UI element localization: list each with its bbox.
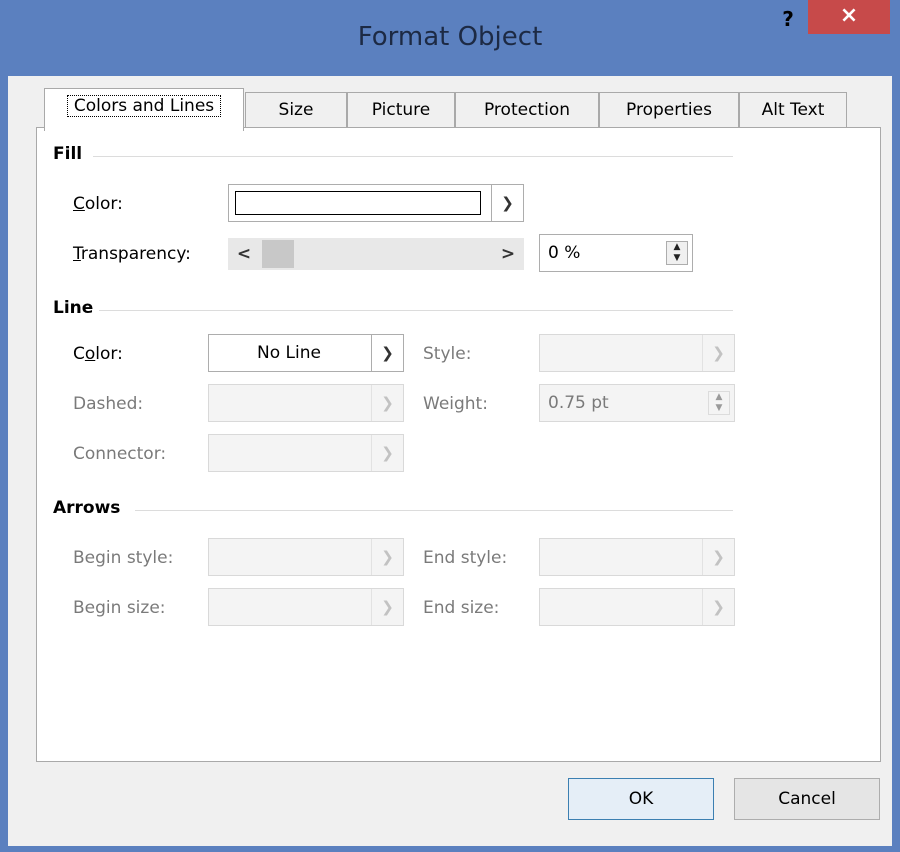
close-icon: × [839, 3, 859, 28]
tab-size[interactable]: Size [245, 92, 347, 128]
connector-label: Connector: [73, 444, 167, 464]
dashed-label: Dashed: [73, 394, 144, 414]
arrows-section-label: Arrows [53, 498, 121, 518]
line-style-dropdown[interactable]: ❯ [539, 334, 735, 372]
ok-button[interactable]: OK [568, 778, 714, 820]
scroll-right-icon[interactable]: > [492, 238, 524, 270]
connector-dropdown[interactable]: ❯ [208, 434, 404, 472]
tab-colors-and-lines[interactable]: Colors and Lines [44, 88, 244, 131]
scroll-left-icon[interactable]: < [228, 238, 260, 270]
transparency-slider[interactable]: < > [228, 238, 524, 270]
help-button[interactable]: ? [770, 4, 806, 34]
chevron-down-icon[interactable]: ❯ [491, 185, 523, 221]
chevron-down-icon[interactable]: ❯ [702, 539, 734, 575]
transparency-label: Transparency: [73, 244, 191, 264]
tab-properties[interactable]: Properties [599, 92, 739, 128]
spin-up-down-icon[interactable]: ▲ ▼ [666, 241, 688, 265]
dashed-dropdown[interactable]: ❯ [208, 384, 404, 422]
tab-label: Properties [626, 100, 712, 120]
arrows-divider [135, 510, 733, 511]
tab-panel-colors-and-lines: Fill Color: ❯ Transparency: < > 0 % ▲ ▼ L… [36, 127, 881, 762]
begin-size-dropdown[interactable]: ❯ [208, 588, 404, 626]
tab-protection[interactable]: Protection [455, 92, 599, 128]
fill-color-swatch [235, 191, 481, 215]
cancel-button[interactable]: Cancel [734, 778, 880, 820]
begin-style-dropdown[interactable]: ❯ [208, 538, 404, 576]
fill-color-label: Color: [73, 194, 123, 214]
dialog-client-area: Colors and Lines Size Picture Protection… [8, 76, 892, 846]
dialog-title: Format Object [357, 22, 543, 52]
line-color-dropdown[interactable]: No Line ❯ [208, 334, 404, 372]
end-size-label: End size: [423, 598, 500, 618]
end-size-dropdown[interactable]: ❯ [539, 588, 735, 626]
access-key: C [73, 194, 85, 214]
dashed-value [209, 385, 369, 421]
tab-label: Colors and Lines [66, 95, 222, 117]
fill-section-label: Fill [53, 144, 83, 164]
end-style-label: End style: [423, 548, 508, 568]
line-divider [99, 310, 733, 311]
line-style-label: Style: [423, 344, 472, 364]
format-object-dialog: Format Object ? × Colors and Lines Size … [0, 0, 900, 852]
slider-thumb[interactable] [262, 240, 294, 268]
chevron-down-icon[interactable]: ❯ [371, 539, 403, 575]
line-section-label: Line [53, 298, 94, 318]
spin-up-down-icon[interactable]: ▲ ▼ [708, 391, 730, 415]
tab-alt-text[interactable]: Alt Text [739, 92, 847, 128]
end-style-dropdown[interactable]: ❯ [539, 538, 735, 576]
title-bar[interactable]: Format Object ? × [0, 0, 900, 80]
transparency-spinner[interactable]: 0 % ▲ ▼ [539, 234, 693, 272]
connector-value [209, 435, 369, 471]
begin-style-label: Begin style: [73, 548, 174, 568]
line-color-label: Color: [73, 344, 123, 364]
access-key: o [84, 344, 96, 364]
chevron-down-icon[interactable]: ❯ [371, 385, 403, 421]
tab-label: Size [278, 100, 314, 120]
chevron-down-icon[interactable]: ❯ [371, 435, 403, 471]
line-style-value [540, 335, 700, 371]
tab-label: Alt Text [761, 100, 825, 120]
fill-color-dropdown[interactable]: ❯ [228, 184, 524, 222]
label-text: ransparency: [80, 244, 191, 264]
begin-size-label: Begin size: [73, 598, 166, 618]
label-text: lor: [95, 344, 123, 364]
chevron-down-icon[interactable]: ❯ [371, 589, 403, 625]
tab-label: Protection [483, 100, 570, 120]
weight-value[interactable]: 0.75 pt [548, 385, 609, 421]
tab-label: Picture [371, 100, 431, 120]
line-color-value: No Line [257, 343, 321, 363]
chevron-down-icon[interactable]: ❯ [702, 589, 734, 625]
tab-picture[interactable]: Picture [347, 92, 455, 128]
label-text: olor: [84, 194, 123, 214]
weight-spinner[interactable]: 0.75 pt ▲ ▼ [539, 384, 735, 422]
weight-label: Weight: [423, 394, 488, 414]
label-text: C [73, 344, 85, 364]
chevron-down-icon[interactable]: ❯ [702, 335, 734, 371]
fill-divider [93, 156, 733, 157]
close-button[interactable]: × [808, 0, 890, 34]
access-key: T [73, 244, 81, 264]
transparency-value[interactable]: 0 % [548, 235, 580, 271]
chevron-down-icon[interactable]: ❯ [371, 335, 403, 371]
